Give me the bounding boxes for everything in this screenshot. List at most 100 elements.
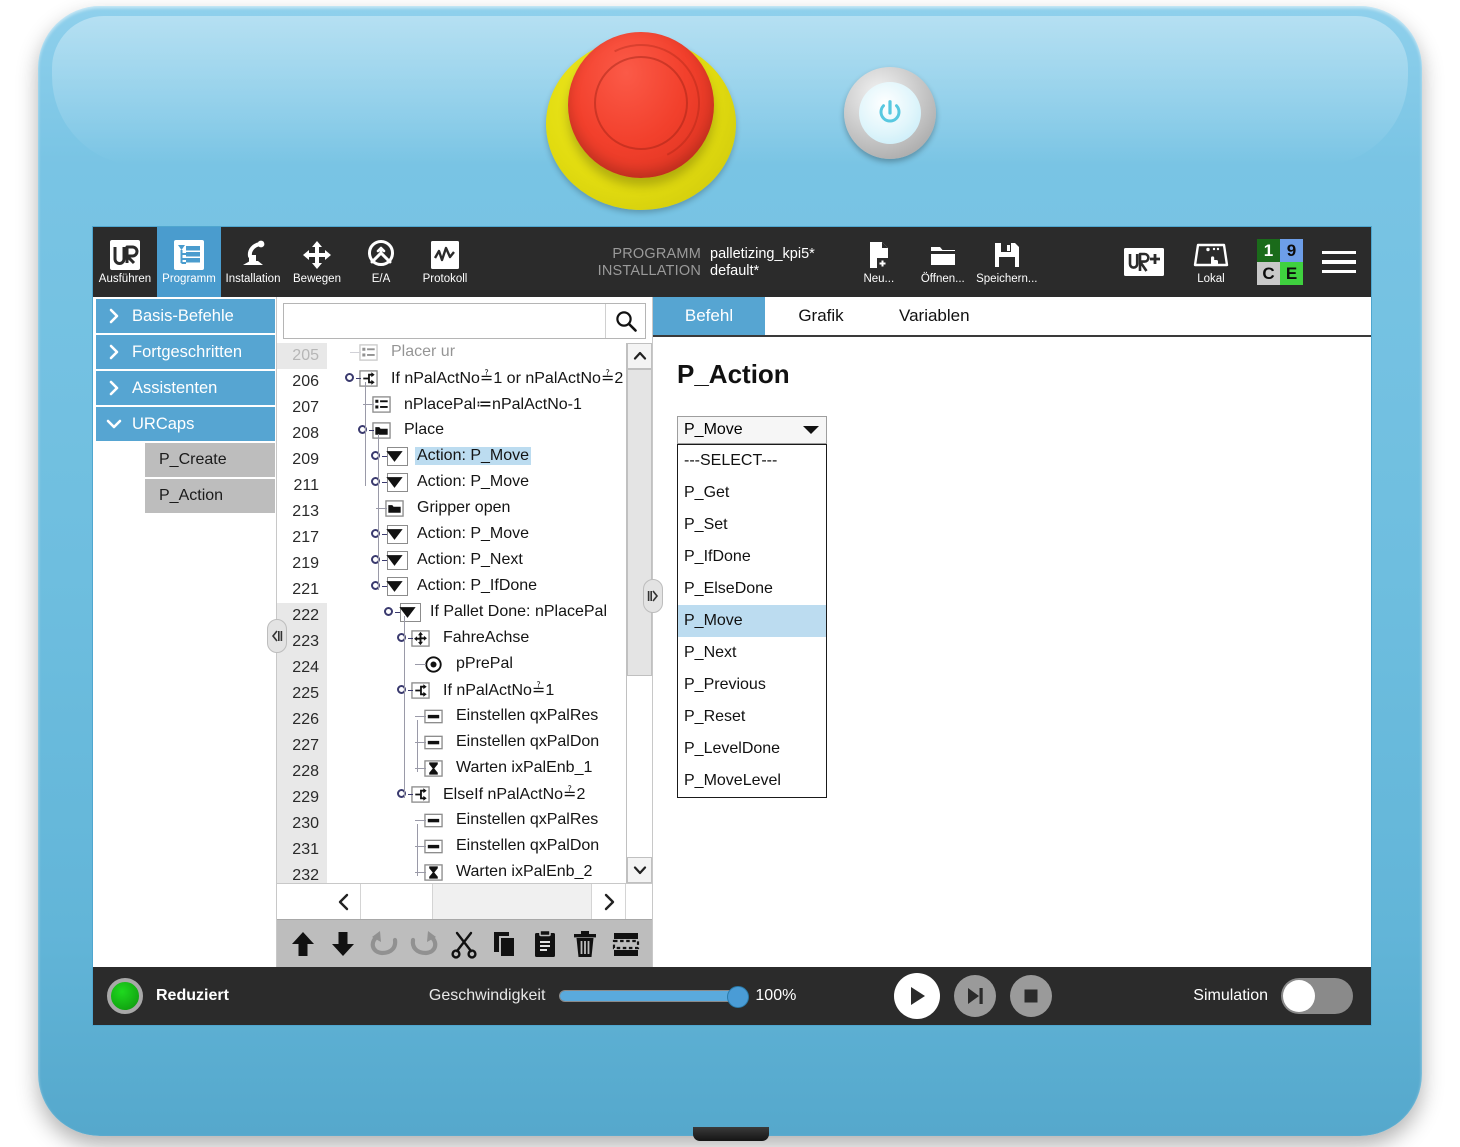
sidebar-item-label: P_Create <box>159 451 227 468</box>
paste-button[interactable] <box>525 924 565 964</box>
action-type-option[interactable]: P_Get <box>678 477 826 509</box>
page-next-button[interactable] <box>592 884 626 919</box>
action-type-option[interactable]: P_Move <box>678 605 826 637</box>
tree-row[interactable]: Einstellen qxPalRes <box>327 703 652 729</box>
search-input[interactable] <box>284 304 605 338</box>
redo-arrow-icon <box>410 930 438 955</box>
action-type-option-list[interactable]: ---SELECT--- P_Get P_Set P_IfDone P_ElseDone… <box>677 444 827 798</box>
local-control-button[interactable]: Lokal <box>1175 239 1247 285</box>
left-divider-collapse-handle[interactable] <box>267 619 287 653</box>
delete-button[interactable] <box>565 924 605 964</box>
tree-row[interactable]: FahreAchse <box>327 625 652 651</box>
tree-row[interactable]: pPrePal <box>327 651 652 677</box>
action-type-option[interactable]: P_LevelDone <box>678 733 826 765</box>
header-tab-ausfuehren[interactable]: Ausführen <box>93 227 157 297</box>
save-program-button[interactable]: Speichern... <box>975 227 1039 297</box>
action-type-select-head[interactable]: P_Move <box>677 416 827 444</box>
hamburger-menu-icon[interactable] <box>1313 250 1365 274</box>
header-tab-installation[interactable]: Installation <box>221 227 285 297</box>
tree-row[interactable]: If Pallet Done: nPlacePal <box>327 599 652 625</box>
sidebar-item-p-create[interactable]: P_Create <box>145 443 275 477</box>
tree-row[interactable]: Place <box>327 417 652 443</box>
tree-row[interactable]: Warten ixPalEnb_1 <box>327 755 652 781</box>
breakpoint-slot[interactable] <box>409 651 426 677</box>
speed-slider[interactable] <box>559 986 750 1008</box>
simulation-toggle[interactable] <box>1281 978 1353 1014</box>
breakpoint-pin-icon[interactable] <box>384 607 393 616</box>
move-up-button[interactable] <box>283 924 323 964</box>
scroll-up-button[interactable] <box>627 343 652 369</box>
tab-befehl[interactable]: Befehl <box>653 297 765 335</box>
tree-row[interactable]: Action: P_IfDone <box>327 573 652 599</box>
tab-grafik[interactable]: Grafik <box>765 297 877 335</box>
copy-button[interactable] <box>485 924 525 964</box>
scrollbar-thumb[interactable] <box>627 369 652 677</box>
speed-slider-knob[interactable] <box>727 986 750 1008</box>
tree-row-label: Warten ixPalEnb_2 <box>456 863 593 880</box>
ur-plus-button[interactable] <box>1113 245 1175 279</box>
header-tab-programm[interactable]: Programm <box>157 227 221 297</box>
tree-row[interactable]: Einstellen qxPalRes <box>327 807 652 833</box>
action-type-option[interactable]: P_Next <box>678 637 826 669</box>
set-io-icon <box>423 733 447 752</box>
scroll-down-button[interactable] <box>627 857 652 883</box>
action-type-option[interactable]: P_Previous <box>678 669 826 701</box>
tree-row[interactable]: Warten ixPalEnb_2 <box>327 859 652 883</box>
tab-variablen[interactable]: Variablen <box>877 297 992 335</box>
chevron-right-icon <box>109 344 119 360</box>
tree-row[interactable]: Einstellen qxPalDon <box>327 833 652 859</box>
tree-row[interactable]: ElseIf nPalActNo≟2 <box>327 781 652 807</box>
tree-row[interactable]: Gripper open <box>327 495 652 521</box>
undo-button[interactable] <box>364 924 404 964</box>
play-button[interactable] <box>894 973 941 1019</box>
sidebar-group-basis-befehle[interactable]: Basis-Befehle <box>96 299 275 333</box>
tree-row[interactable]: Placer ur <box>327 343 652 365</box>
action-type-option[interactable]: ---SELECT--- <box>678 445 826 477</box>
new-program-button[interactable]: Neu... <box>847 227 911 297</box>
search-button[interactable] <box>605 304 645 338</box>
tree-row[interactable]: If nPalActNo≟1 <box>327 677 652 703</box>
tree-row[interactable]: Action: P_Move <box>327 521 652 547</box>
page-prev-button[interactable] <box>327 884 361 919</box>
tree-row[interactable]: Action: P_Move <box>327 443 652 469</box>
search-box[interactable] <box>283 303 646 339</box>
action-type-option[interactable]: P_IfDone <box>678 541 826 573</box>
move-down-button[interactable] <box>323 924 363 964</box>
status-indicator-grid[interactable]: 1 9 C E <box>1257 239 1303 285</box>
scrollbar-track[interactable] <box>627 369 652 857</box>
action-type-select[interactable]: P_Move ---SELECT--- P_Get P_Set P_IfDone P_E… <box>677 416 827 798</box>
tree-row[interactable]: Einstellen qxPalDon <box>327 729 652 755</box>
tree-row[interactable]: If nPalActNo≟1 or nPalActNo≟2 <box>327 365 652 391</box>
suppress-button[interactable] <box>606 924 646 964</box>
tree-row[interactable]: nPlacePal≔nPalActNo-1 <box>327 391 652 417</box>
open-program-button[interactable]: Öffnen... <box>911 227 975 297</box>
action-type-option[interactable]: P_ElseDone <box>678 573 826 605</box>
emergency-stop-button[interactable] <box>546 24 736 214</box>
sidebar-group-fortgeschritten[interactable]: Fortgeschritten <box>96 335 275 369</box>
right-divider-collapse-handle[interactable] <box>643 579 663 613</box>
sidebar-item-p-action[interactable]: P_Action <box>145 479 275 513</box>
tree-vertical-scrollbar[interactable] <box>626 343 652 883</box>
tree-row[interactable]: Action: P_Next <box>327 547 652 573</box>
breakpoint-slot[interactable] <box>344 343 361 365</box>
header-tab-ea[interactable]: E/A <box>349 227 413 297</box>
header-tab-protokoll[interactable]: Protokoll <box>413 227 477 297</box>
breakpoint-slot[interactable] <box>383 599 400 625</box>
action-type-option[interactable]: P_MoveLevel <box>678 765 826 797</box>
tree-row-label: ElseIf nPalActNo≟2 <box>443 786 586 803</box>
tree-row[interactable]: Action: P_Move <box>327 469 652 495</box>
power-button[interactable] <box>844 67 936 159</box>
step-button[interactable] <box>954 975 997 1017</box>
sidebar-group-urcaps[interactable]: URCaps <box>96 407 275 441</box>
stop-button[interactable] <box>1010 975 1053 1017</box>
redo-button[interactable] <box>404 924 444 964</box>
action-type-option[interactable]: P_Set <box>678 509 826 541</box>
action-type-option[interactable]: P_Reset <box>678 701 826 733</box>
breakpoint-pin-icon[interactable] <box>345 373 354 382</box>
breakpoint-slot[interactable] <box>344 365 361 391</box>
sidebar-group-assistenten[interactable]: Assistenten <box>96 371 275 405</box>
robot-state-indicator[interactable]: Reduziert <box>93 978 229 1014</box>
header-tab-bewegen[interactable]: Bewegen <box>285 227 349 297</box>
tab-label: Grafik <box>798 306 844 325</box>
cut-button[interactable] <box>444 924 484 964</box>
